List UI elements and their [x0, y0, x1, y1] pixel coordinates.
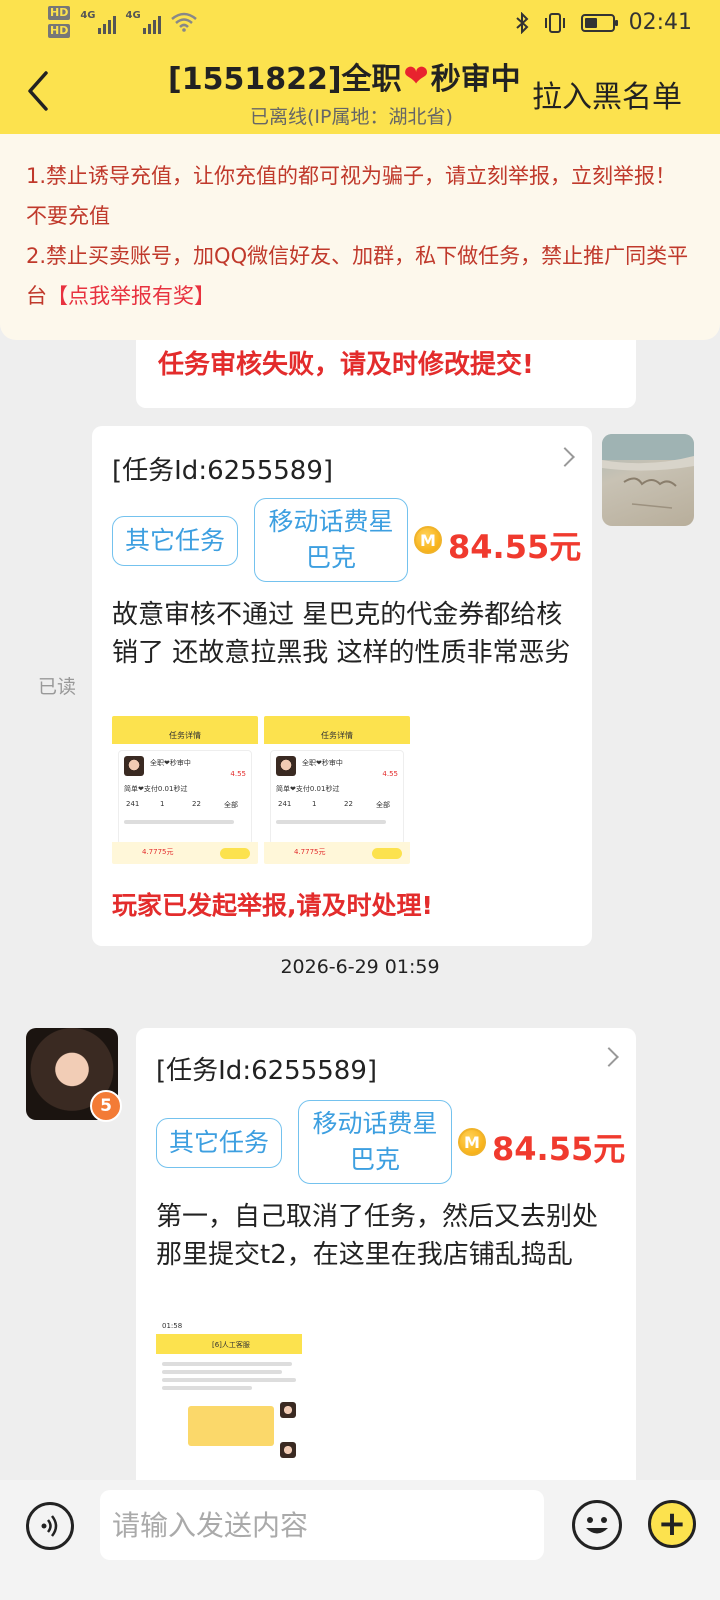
message-text: 第一，自己取消了任务，然后又去别处那里提交t2，在这里在我店铺乱捣乱: [156, 1202, 599, 1270]
thumb-time: 01:58: [162, 1322, 183, 1330]
sim2-network-label: 4G: [125, 10, 141, 21]
thumb-stat-3: 22: [344, 800, 353, 808]
chevron-right-icon: [599, 1047, 619, 1067]
thumb-stat-2: 1: [160, 800, 165, 808]
thumb-stat-3: 22: [192, 800, 201, 808]
system-fail-message: 任务审核失败，请及时修改提交!: [136, 340, 636, 408]
input-bar: +: [0, 1480, 720, 1600]
title-prefix: [1551822]全职: [168, 62, 402, 97]
back-button[interactable]: [18, 66, 58, 116]
coin-icon: M: [458, 1128, 486, 1156]
thumb-title: [6]人工客服: [212, 1341, 250, 1349]
notice-line-2: 2.禁止买卖账号，加QQ微信好友、加群，私下做任务，禁止推广同类平台【点我举报有…: [26, 236, 690, 316]
vibrate-icon: [544, 12, 565, 33]
more-button[interactable]: +: [648, 1500, 696, 1548]
thumb-stat-4: 全部: [224, 801, 238, 809]
thumb-avatar: [124, 756, 144, 776]
status-bar-right: 02:41: [515, 10, 692, 35]
report-reward-link[interactable]: 【点我举报有奖】: [47, 284, 215, 308]
tag-mobile-starbucks: 移动话费星巴克: [254, 498, 408, 582]
sim1-signal-icon: 4G: [80, 6, 116, 34]
thumb-price: 4.55: [230, 770, 246, 778]
screenshot-thumbnail[interactable]: 任务详情 全职❤秒审中 4.55 简单❤支付0.01秒过 241 1 22 全部…: [264, 716, 410, 864]
hd-badge-1: HD: [48, 6, 71, 20]
level-badge: 5: [90, 1090, 122, 1122]
thumb-avatar: [276, 756, 296, 776]
reward-price: 84.55元: [448, 528, 582, 566]
blacklist-button[interactable]: 拉入黑名单: [532, 72, 682, 116]
tag-other-task: 其它任务: [112, 516, 238, 566]
thumb-name: 全职❤秒审中: [150, 759, 191, 767]
report-status-text: 玩家已发起举报,请及时处理!: [112, 891, 433, 920]
voice-icon: [41, 1515, 58, 1537]
status-bar-left: HD HD 4G 4G: [48, 6, 197, 38]
warning-notice: 1.禁止诱导充值，让你充值的都可视为骗子，请立刻举报，立刻举报！不要充值 2.禁…: [0, 134, 720, 340]
title-suffix: 秒审中: [430, 62, 521, 97]
beach-writing-image: [602, 434, 694, 509]
thumb-price: 4.55: [382, 770, 398, 778]
message-card-2[interactable]: [任务Id:6255589] 其它任务 移动话费星巴克 M 84.55元 第一，…: [136, 1028, 636, 1480]
emoji-icon: [586, 1517, 608, 1534]
chat-header: [1551822]全职 ❤ 秒审中 已离线(IP属地：湖北省) 拉入黑名单: [0, 48, 720, 134]
message-input[interactable]: [100, 1490, 544, 1560]
thumb-stat-1: 241: [126, 800, 140, 808]
chat-messages[interactable]: 任务审核失败，请及时修改提交! 已读 [任务Id:6255589] 其它任务 移…: [0, 340, 720, 1480]
thumb-bottom-price: 4.7775元: [142, 848, 174, 856]
thumb-title: 任务详情: [321, 731, 353, 740]
message-card-1[interactable]: [任务Id:6255589] 其它任务 移动话费星巴克 M 84.55元 故意审…: [92, 426, 592, 946]
emoji-button[interactable]: [572, 1500, 622, 1550]
thumb-title: 任务详情: [169, 731, 201, 740]
notice-line-1: 1.禁止诱导充值，让你充值的都可视为骗子，请立刻举报，立刻举报！不要充值: [26, 164, 677, 228]
thumb-stat-2: 1: [312, 800, 317, 808]
voice-button[interactable]: [26, 1502, 74, 1550]
sim2-signal-icon: 4G: [126, 6, 161, 34]
battery-icon: [580, 13, 618, 32]
chevron-right-icon: [555, 447, 575, 467]
my-avatar[interactable]: [602, 434, 694, 526]
thumb-bottom-price: 4.7775元: [294, 848, 326, 856]
message-timestamp: 2026-6-29 01:59: [280, 956, 440, 978]
online-status: 已离线(IP属地：湖北省): [250, 106, 453, 128]
sim1-network-label: 4G: [80, 10, 96, 21]
task-id: [任务Id:6255589]: [156, 1056, 378, 1086]
thumb-desc: 简单❤支付0.01秒过: [124, 785, 188, 793]
clock: 02:41: [628, 10, 692, 35]
message-text: 故意审核不通过 星巴克的代金券都给核销了 还故意拉黑我 这样的性质非常恶劣: [112, 600, 571, 668]
bluetooth-icon: [515, 11, 529, 34]
battery-level: [584, 17, 597, 28]
reward-price: 84.55元: [492, 1130, 626, 1168]
tag-mobile-starbucks: 移动话费星巴克: [298, 1100, 452, 1184]
thumb-stat-4: 全部: [376, 801, 390, 809]
thumb-stat-1: 241: [278, 800, 292, 808]
thumb-name: 全职❤秒审中: [302, 759, 343, 767]
tag-other-task: 其它任务: [156, 1118, 282, 1168]
chevron-left-icon: [28, 71, 48, 111]
coin-icon: M: [414, 526, 442, 554]
hd-badge-2: HD: [48, 24, 71, 38]
read-status: 已读: [38, 676, 77, 698]
status-bar: HD HD 4G 4G 02:41: [0, 0, 720, 48]
page-title: [1551822]全职 ❤ 秒审中: [168, 54, 521, 98]
screenshot-thumbnail[interactable]: 01:58 [6]人工客服: [156, 1318, 302, 1466]
heart-icon: ❤: [403, 58, 429, 94]
task-id: [任务Id:6255589]: [112, 456, 334, 486]
wifi-icon: [170, 12, 197, 32]
screenshot-thumbnail[interactable]: 任务详情 全职❤秒审中 4.55 简单❤支付0.01秒过 241 1 22 全部…: [112, 716, 258, 864]
thumb-desc: 简单❤支付0.01秒过: [276, 785, 340, 793]
